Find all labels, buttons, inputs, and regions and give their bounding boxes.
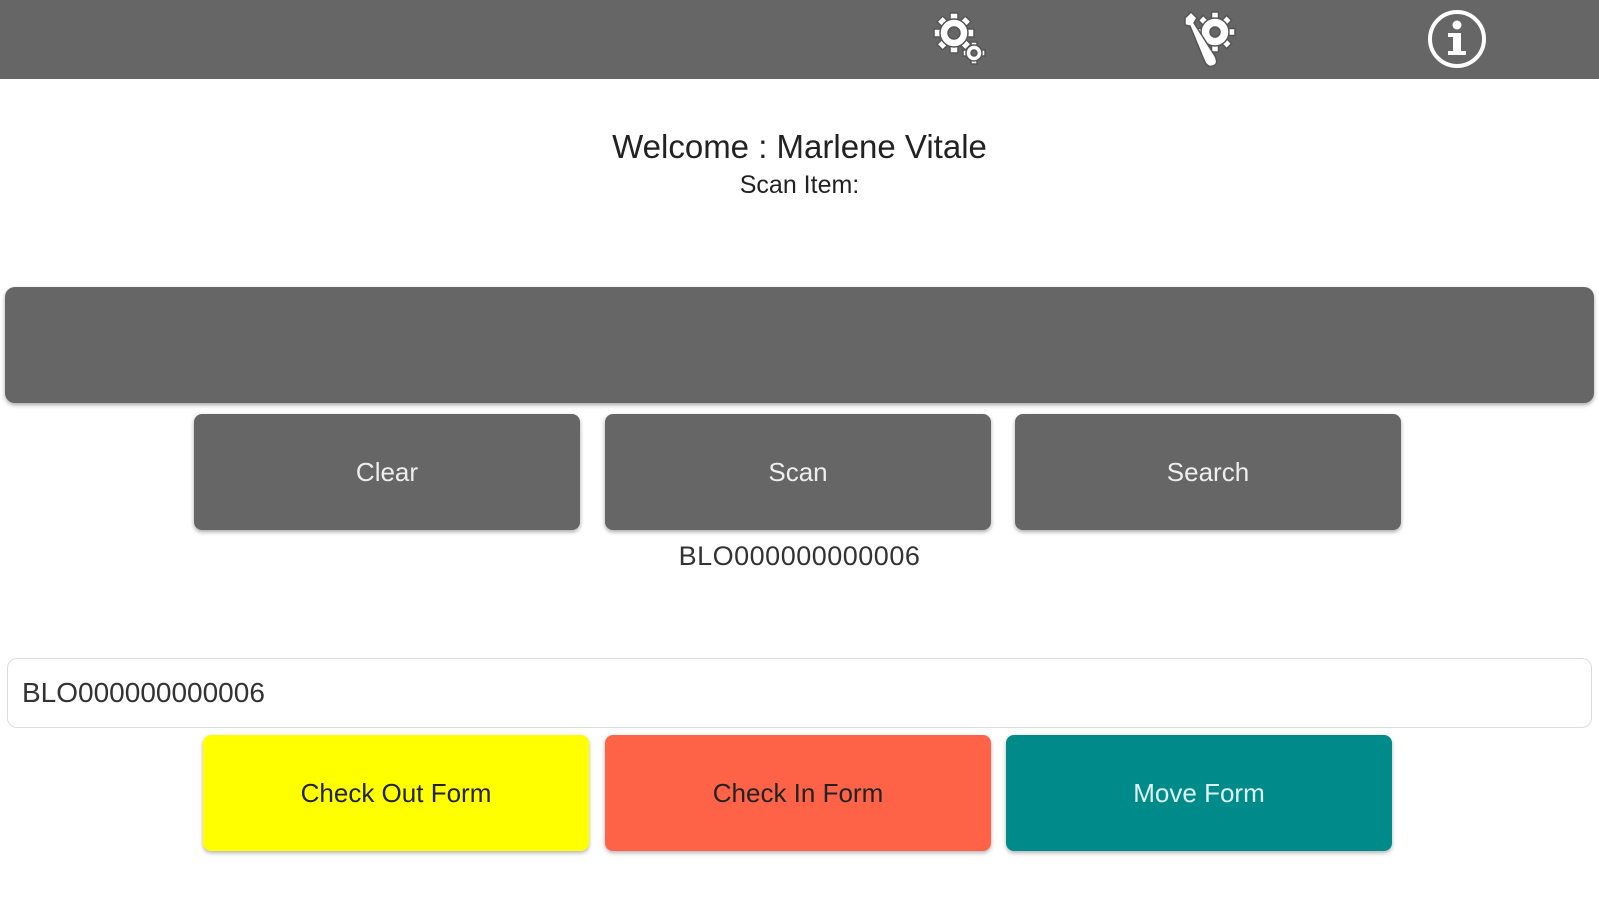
settings-gears-icon[interactable] — [927, 6, 993, 72]
search-button[interactable]: Search — [1015, 414, 1401, 530]
clear-button[interactable]: Clear — [194, 414, 580, 530]
check-out-form-button[interactable]: Check Out Form — [203, 735, 589, 851]
scan-area[interactable] — [5, 287, 1594, 403]
scanned-code-label: BLO000000000006 — [678, 541, 921, 571]
top-toolbar — [0, 0, 1599, 79]
tools-gear-icon[interactable] — [1175, 6, 1241, 72]
item-code-input[interactable] — [7, 658, 1592, 728]
info-icon[interactable] — [1424, 6, 1490, 72]
move-form-button[interactable]: Move Form — [1006, 735, 1392, 851]
welcome-message: Welcome : Marlene Vitale — [612, 128, 987, 165]
scan-button[interactable]: Scan — [605, 414, 991, 530]
scan-item-label: Scan Item: — [739, 171, 860, 199]
check-in-form-button[interactable]: Check In Form — [605, 735, 991, 851]
